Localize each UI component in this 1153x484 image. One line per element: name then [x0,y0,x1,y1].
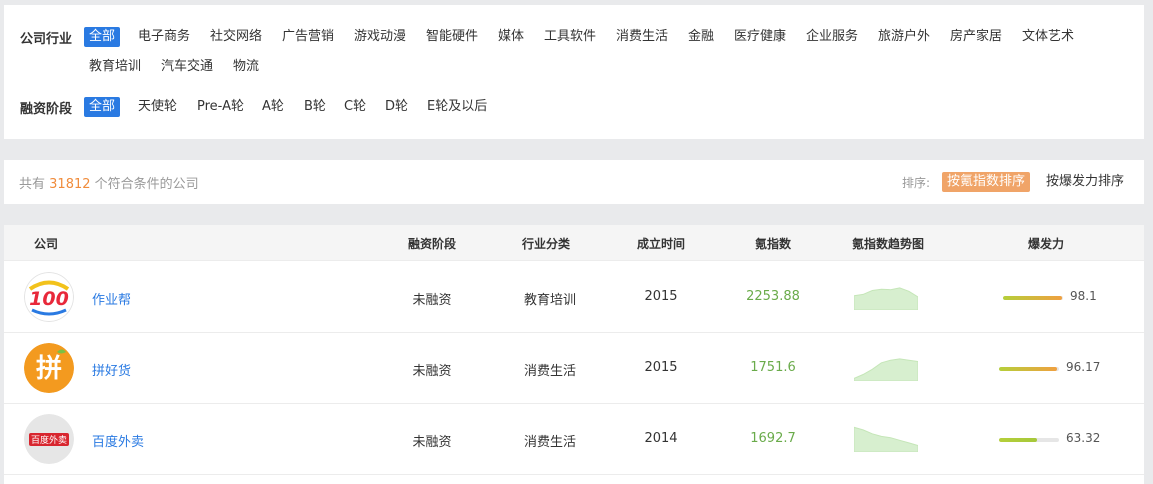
trend-area [854,358,918,381]
svg-text:拼: 拼 [36,354,62,384]
col-industry: 行业分类 [521,237,571,251]
trend-sparkline [854,287,918,310]
burst-bar [999,367,1059,371]
burst-bar-fill [999,367,1057,371]
industry-filter-option[interactable]: 医疗健康 [734,27,786,47]
svg-text:百度外卖: 百度外卖 [31,434,67,446]
founded-year: 2014 [644,431,678,446]
trend-area [854,287,918,310]
company-table: 公司 融资阶段 行业分类 成立时间 氪指数 氪指数趋势图 爆发力 100 作业帮… [4,225,1144,484]
svg-text:100: 100 [29,288,69,310]
funding-stage: 未融资 [412,435,452,450]
filter-panel: 公司行业 全部 电子商务 社交网络 广告营销 游戏动漫 智能硬件 媒体 工具软件 消费生活 金融医… [4,5,1144,139]
table-row[interactable]: 100 作业帮 未融资 教育培训 2015 2253.88 98.1 [4,262,1144,333]
col-kr-trend: 氪指数趋势图 [851,237,925,251]
industry-filter-option[interactable]: 工具软件 [544,27,596,47]
sort-label: 排序: [902,176,931,190]
industry-filter-option[interactable]: 文体艺术 [1022,27,1074,47]
burst-bar [1003,296,1063,300]
col-founded: 成立时间 [636,237,686,251]
industry-filter-option[interactable]: 房产家居 [950,27,1002,47]
burst-bar-fill [999,438,1037,442]
industry-filter-option[interactable]: 广告营销 [282,27,334,47]
kr-index-score: 2253.88 [746,289,800,304]
stage-filter-option[interactable]: B轮 [304,97,326,117]
trend-sparkline [854,426,918,452]
company-name-link[interactable]: 拼好货 [92,360,131,379]
burst-bar [999,438,1059,442]
stage-filter-option[interactable]: C轮 [344,97,366,117]
trend-sparkline [854,358,918,381]
logo-baidu-waimai-icon: 百度外卖 [24,414,74,464]
industry-filter-option[interactable]: 旅游户外 [878,27,930,47]
industry-filter-option[interactable]: 教育培训 [89,57,141,77]
col-burst: 爆发力 [1027,237,1065,251]
industry-filter-option[interactable]: 企业服务 [806,27,858,47]
stage-filter-option[interactable]: Pre-A轮 [197,97,244,117]
table-row[interactable]: 拼 拼好货 未融资 消费生活 2015 1751.6 96.17 [4,333,1144,404]
kr-index-score: 1692.7 [750,431,796,446]
burst-value: 98.1 [1070,289,1097,303]
founded-year: 2015 [644,289,678,304]
table-header: 公司 融资阶段 行业分类 成立时间 氪指数 氪指数趋势图 爆发力 [4,225,1144,261]
result-count-text: 共有 31812 个符合条件的公司 [19,173,199,192]
logo-pin-icon: 拼 [24,343,74,393]
col-stage: 融资阶段 [407,237,457,251]
industry-filter-option[interactable]: 汽车交通 [161,57,213,77]
logo-100-icon: 100 [24,272,74,322]
industry-category: 消费生活 [523,435,577,450]
stage-filter-option[interactable]: D轮 [385,97,408,117]
result-summary-bar: 共有 31812 个符合条件的公司 排序: 按氪指数排序 按爆发力排序 [4,160,1144,204]
sort-by-burst-button[interactable]: 按爆发力排序 [1041,172,1129,192]
funding-stage: 未融资 [412,293,452,308]
industry-filter-option[interactable]: 金融 [688,27,714,47]
industry-filter-option[interactable]: 媒体 [498,27,524,47]
funding-stage: 未融资 [412,364,452,379]
industry-filter-option[interactable]: 消费生活 [616,27,668,47]
industry-filter-label: 公司行业 [20,32,73,47]
burst-value: 63.32 [1066,431,1101,445]
col-kr-index: 氪指数 [754,237,792,251]
sort-by-index-button[interactable]: 按氪指数排序 [942,172,1031,192]
company-name-link[interactable]: 百度外卖 [92,431,144,450]
industry-category: 消费生活 [523,364,577,379]
industry-filter-option[interactable]: 智能硬件 [426,27,478,47]
burst-bar-fill [1003,296,1062,300]
industry-filter-option[interactable]: 物流 [233,57,259,77]
result-count: 31812 [49,177,91,192]
kr-index-score: 1751.6 [750,360,796,375]
result-count-suffix: 个符合条件的公司 [94,177,199,192]
industry-filter-option[interactable]: 电子商务 [138,27,190,47]
industry-filter-option-selected[interactable]: 全部 [84,27,121,47]
industry-filter-option[interactable]: 社交网络 [210,27,262,47]
result-count-prefix: 共有 [19,177,46,192]
trend-area [854,426,918,452]
stage-filter-option[interactable]: E轮及以后 [427,97,487,117]
stage-filter-label: 融资阶段 [20,102,73,117]
burst-value: 96.17 [1066,360,1101,374]
industry-filter-option[interactable]: 游戏动漫 [354,27,406,47]
col-company: 公司 [33,237,59,251]
table-row[interactable]: 百度外卖 百度外卖 未融资 消费生活 2014 1692.7 63.32 [4,404,1144,475]
industry-category: 教育培训 [523,293,577,308]
stage-filter-option[interactable]: A轮 [262,97,284,117]
stage-filter-option-selected[interactable]: 全部 [84,97,121,117]
company-name-link[interactable]: 作业帮 [92,289,131,308]
stage-filter-option[interactable]: 天使轮 [138,97,177,117]
founded-year: 2015 [644,360,678,375]
